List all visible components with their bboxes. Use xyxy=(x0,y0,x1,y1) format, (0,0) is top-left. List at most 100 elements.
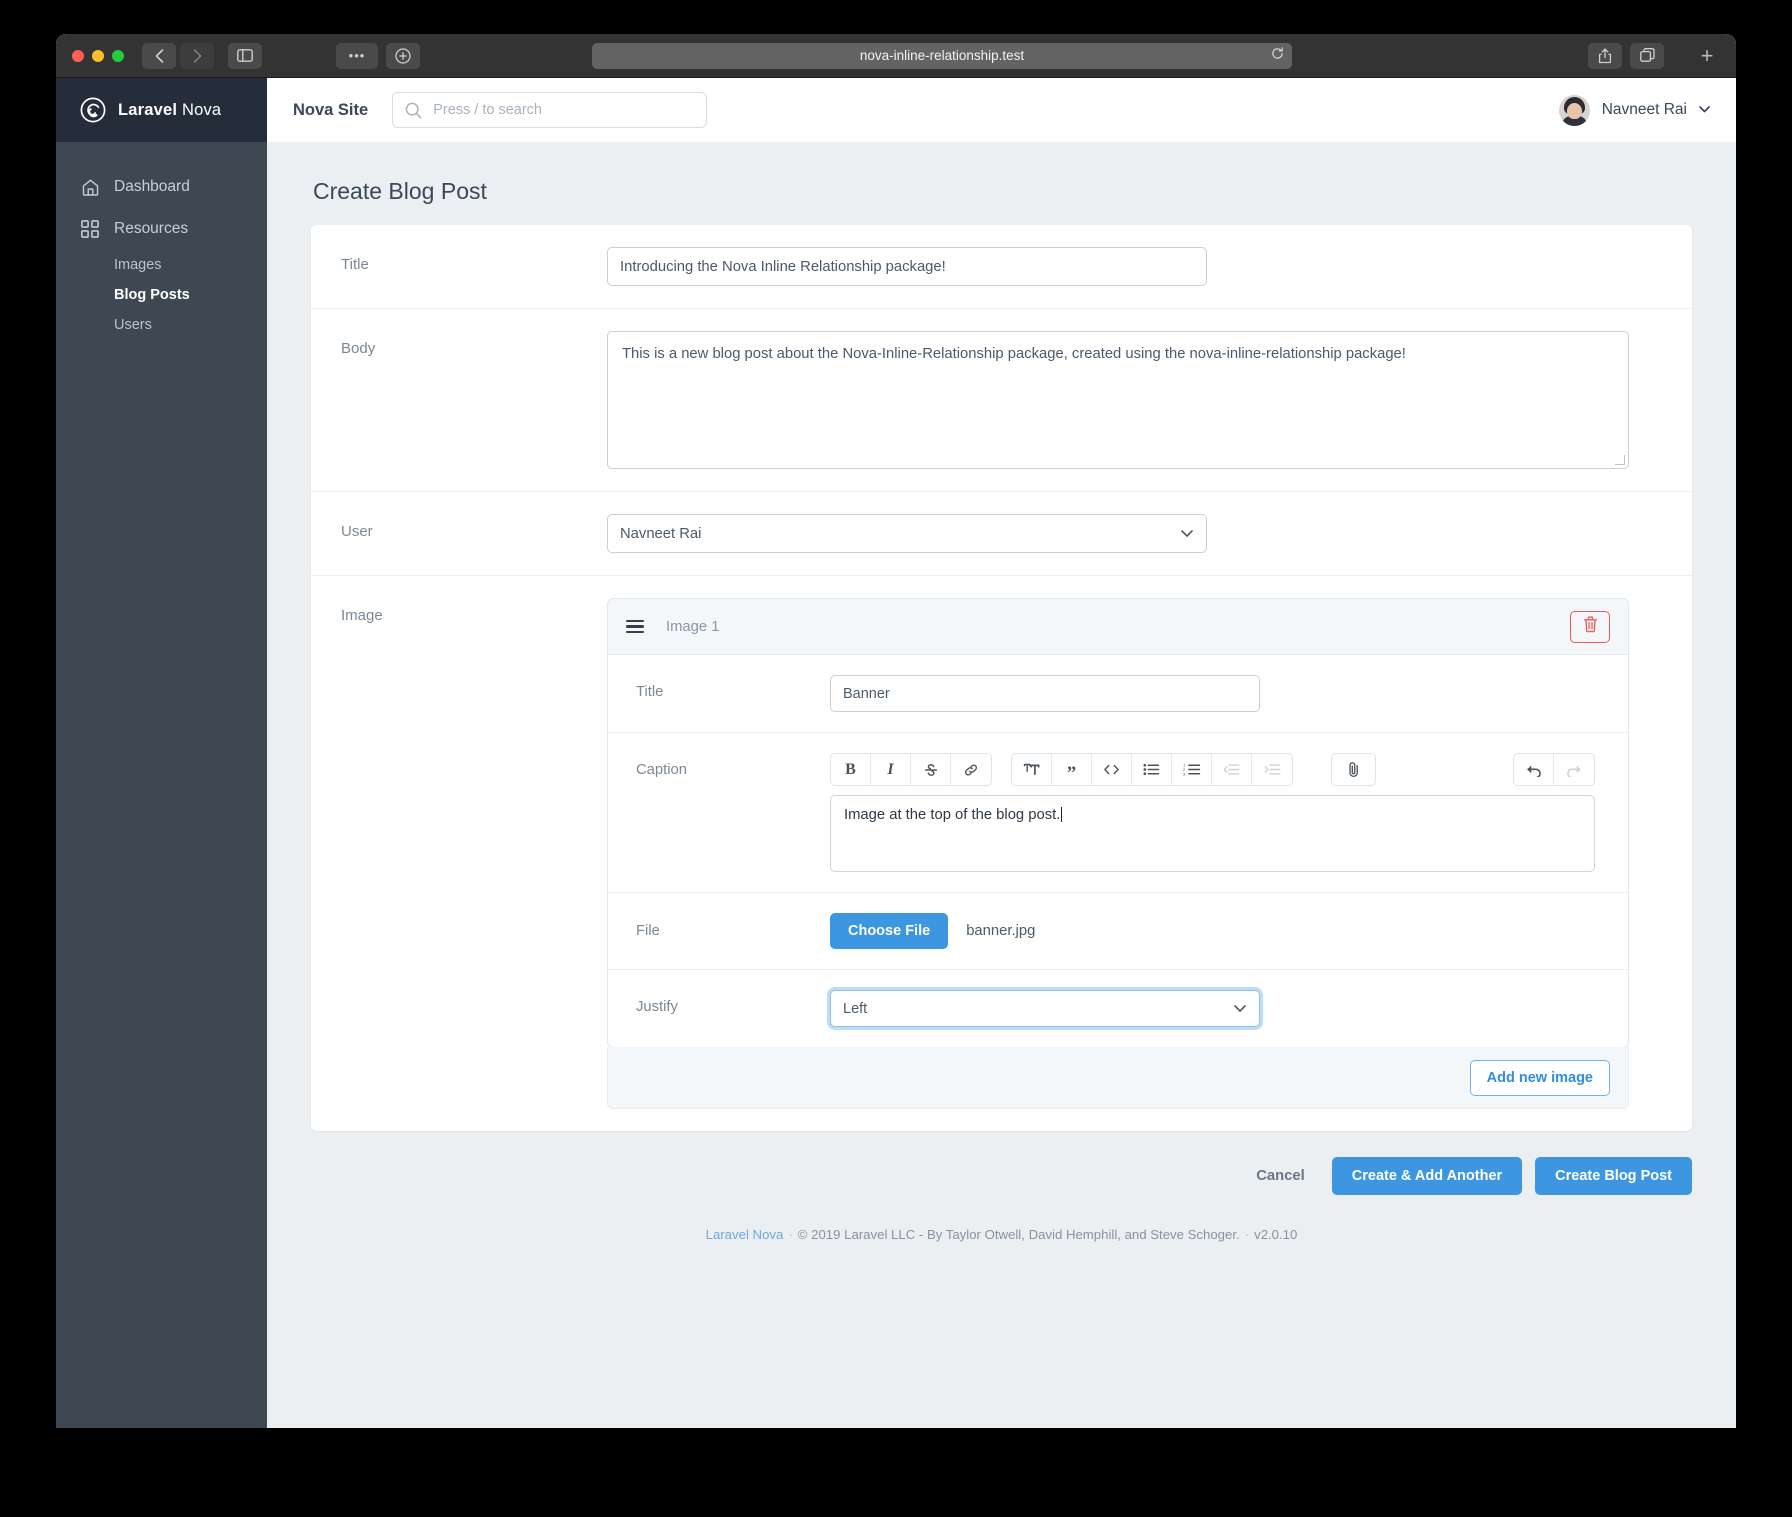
nova-spiral-logo-icon xyxy=(80,97,106,123)
avatar xyxy=(1559,95,1590,126)
attachment-icon[interactable] xyxy=(1332,754,1375,785)
close-window-button[interactable] xyxy=(72,50,84,62)
blockquote-icon[interactable]: ” xyxy=(1052,754,1092,785)
footer-version: v2.0.10 xyxy=(1254,1227,1297,1242)
subfield-label-justify: Justify xyxy=(608,990,830,1015)
numbered-list-icon[interactable]: 123 xyxy=(1172,754,1212,785)
sidebar-nav: Dashboard Resources Images Blog Posts Us… xyxy=(56,142,267,340)
heading-icon[interactable] xyxy=(1012,754,1052,785)
browser-window: ••• nova-inline-relationship.test xyxy=(56,34,1736,1428)
address-bar[interactable]: nova-inline-relationship.test xyxy=(592,43,1292,69)
choose-file-button[interactable]: Choose File xyxy=(830,913,948,949)
brand-name-bold: Laravel xyxy=(118,101,177,119)
drag-handle-icon[interactable] xyxy=(626,620,648,634)
footer-separator: · xyxy=(783,1227,797,1242)
sidebar-item-resources[interactable]: Resources xyxy=(56,208,267,250)
back-button[interactable] xyxy=(142,43,176,69)
link-icon[interactable] xyxy=(951,754,991,785)
brand-text: Laravel Nova xyxy=(118,101,221,120)
bold-icon[interactable]: B xyxy=(831,754,871,785)
nova-sidebar: Laravel Nova Dashboard Resources Images xyxy=(56,78,267,1428)
user-menu[interactable]: Navneet Rai xyxy=(1559,95,1710,126)
add-image-bar: Add new image xyxy=(607,1047,1629,1109)
sidebar-item-images[interactable]: Images xyxy=(56,250,267,280)
site-name: Nova Site xyxy=(293,101,368,120)
minimize-window-button[interactable] xyxy=(92,50,104,62)
caption-editor-toolbar: B I xyxy=(830,753,1595,786)
footer-separator-2: · xyxy=(1240,1227,1254,1242)
toolbar-group-block: ” xyxy=(1011,753,1293,786)
sidebar-item-users[interactable]: Users xyxy=(56,310,267,340)
navigation-buttons xyxy=(142,43,214,69)
nova-main: Nova Site Press / to search Navneet Rai xyxy=(267,78,1736,1428)
create-and-add-another-button[interactable]: Create & Add Another xyxy=(1332,1157,1522,1195)
file-name: banner.jpg xyxy=(966,923,1035,939)
field-row-image: Image Image 1 xyxy=(311,576,1692,1131)
toolbar-group-history xyxy=(1513,753,1595,786)
code-icon[interactable] xyxy=(1092,754,1132,785)
italic-icon[interactable]: I xyxy=(871,754,911,785)
body-field-text: This is a new blog post about the Nova-I… xyxy=(622,346,1406,362)
footer-link-laravel-nova[interactable]: Laravel Nova xyxy=(706,1227,784,1242)
tabs-overview-icon[interactable] xyxy=(1630,43,1664,69)
sidebar-item-blog-posts[interactable]: Blog Posts xyxy=(56,280,267,310)
svg-text:3: 3 xyxy=(1183,772,1186,776)
user-name: Navneet Rai xyxy=(1602,101,1687,119)
browser-center-tools: ••• nova-inline-relationship.test xyxy=(336,43,1456,69)
share-icon[interactable] xyxy=(1588,43,1622,69)
field-label-title: Title xyxy=(311,247,607,273)
strikethrough-icon[interactable] xyxy=(911,754,951,785)
text-cursor xyxy=(1061,807,1062,822)
bullet-list-icon[interactable] xyxy=(1132,754,1172,785)
justify-select-value: Left xyxy=(843,1001,867,1017)
brand-name-light: Nova xyxy=(177,101,221,119)
forward-button[interactable] xyxy=(180,43,214,69)
page-content: Create Blog Post Title Introducing the N… xyxy=(267,142,1736,1428)
image-subpanel: Image 1 Title xyxy=(607,598,1629,1048)
browser-titlebar: ••• nova-inline-relationship.test xyxy=(56,34,1736,78)
field-row-title: Title Introducing the Nova Inline Relati… xyxy=(311,225,1692,309)
field-label-image: Image xyxy=(311,598,607,624)
new-tab-group-button[interactable] xyxy=(386,43,420,69)
body-field[interactable]: This is a new blog post about the Nova-I… xyxy=(607,331,1629,469)
redo-icon[interactable] xyxy=(1554,754,1594,785)
new-tab-button[interactable]: + xyxy=(1690,41,1724,71)
toolbar-group-format: B I xyxy=(830,753,992,786)
caption-editor-body[interactable]: Image at the top of the blog post. xyxy=(830,795,1595,872)
cancel-button[interactable]: Cancel xyxy=(1242,1168,1319,1184)
field-label-user: User xyxy=(311,514,607,540)
subfield-row-justify: Justify Left xyxy=(608,970,1628,1047)
footer: Laravel Nova·© 2019 Laravel LLC - By Tay… xyxy=(311,1213,1692,1282)
caption-editor: B I xyxy=(830,753,1595,872)
search-input[interactable]: Press / to search xyxy=(392,92,707,128)
undo-icon[interactable] xyxy=(1514,754,1554,785)
image-title-field[interactable]: Banner xyxy=(830,675,1260,712)
indent-icon[interactable] xyxy=(1252,754,1292,785)
add-new-image-button[interactable]: Add new image xyxy=(1470,1060,1610,1096)
outdent-icon[interactable] xyxy=(1212,754,1252,785)
subfield-row-file: File Choose File banner.jpg xyxy=(608,893,1628,970)
resize-grip-icon[interactable] xyxy=(1615,455,1625,465)
extensions-button[interactable]: ••• xyxy=(336,43,378,69)
brand[interactable]: Laravel Nova xyxy=(56,78,267,142)
form-actions: Cancel Create & Add Another Create Blog … xyxy=(311,1131,1692,1213)
user-select-value: Navneet Rai xyxy=(620,526,701,542)
sidebar-item-label: Dashboard xyxy=(114,178,190,196)
sidebar-item-dashboard[interactable]: Dashboard xyxy=(56,166,267,208)
subfield-label-title: Title xyxy=(608,675,830,700)
user-select[interactable]: Navneet Rai xyxy=(607,514,1207,553)
reload-icon[interactable] xyxy=(1271,47,1284,65)
subfield-label-caption: Caption xyxy=(608,753,830,778)
title-field[interactable]: Introducing the Nova Inline Relationship… xyxy=(607,247,1207,286)
trash-icon xyxy=(1583,616,1598,638)
subfield-row-title: Title Banner xyxy=(608,655,1628,733)
sidebar-toggle-button[interactable] xyxy=(228,43,262,69)
create-blog-post-button[interactable]: Create Blog Post xyxy=(1535,1157,1692,1195)
grid-icon xyxy=(80,219,100,239)
search-placeholder: Press / to search xyxy=(433,102,542,118)
justify-select[interactable]: Left xyxy=(830,990,1260,1027)
toolbar-group-attach xyxy=(1331,753,1376,786)
field-row-user: User Navneet Rai xyxy=(311,492,1692,576)
maximize-window-button[interactable] xyxy=(112,50,124,62)
delete-image-button[interactable] xyxy=(1570,611,1610,643)
